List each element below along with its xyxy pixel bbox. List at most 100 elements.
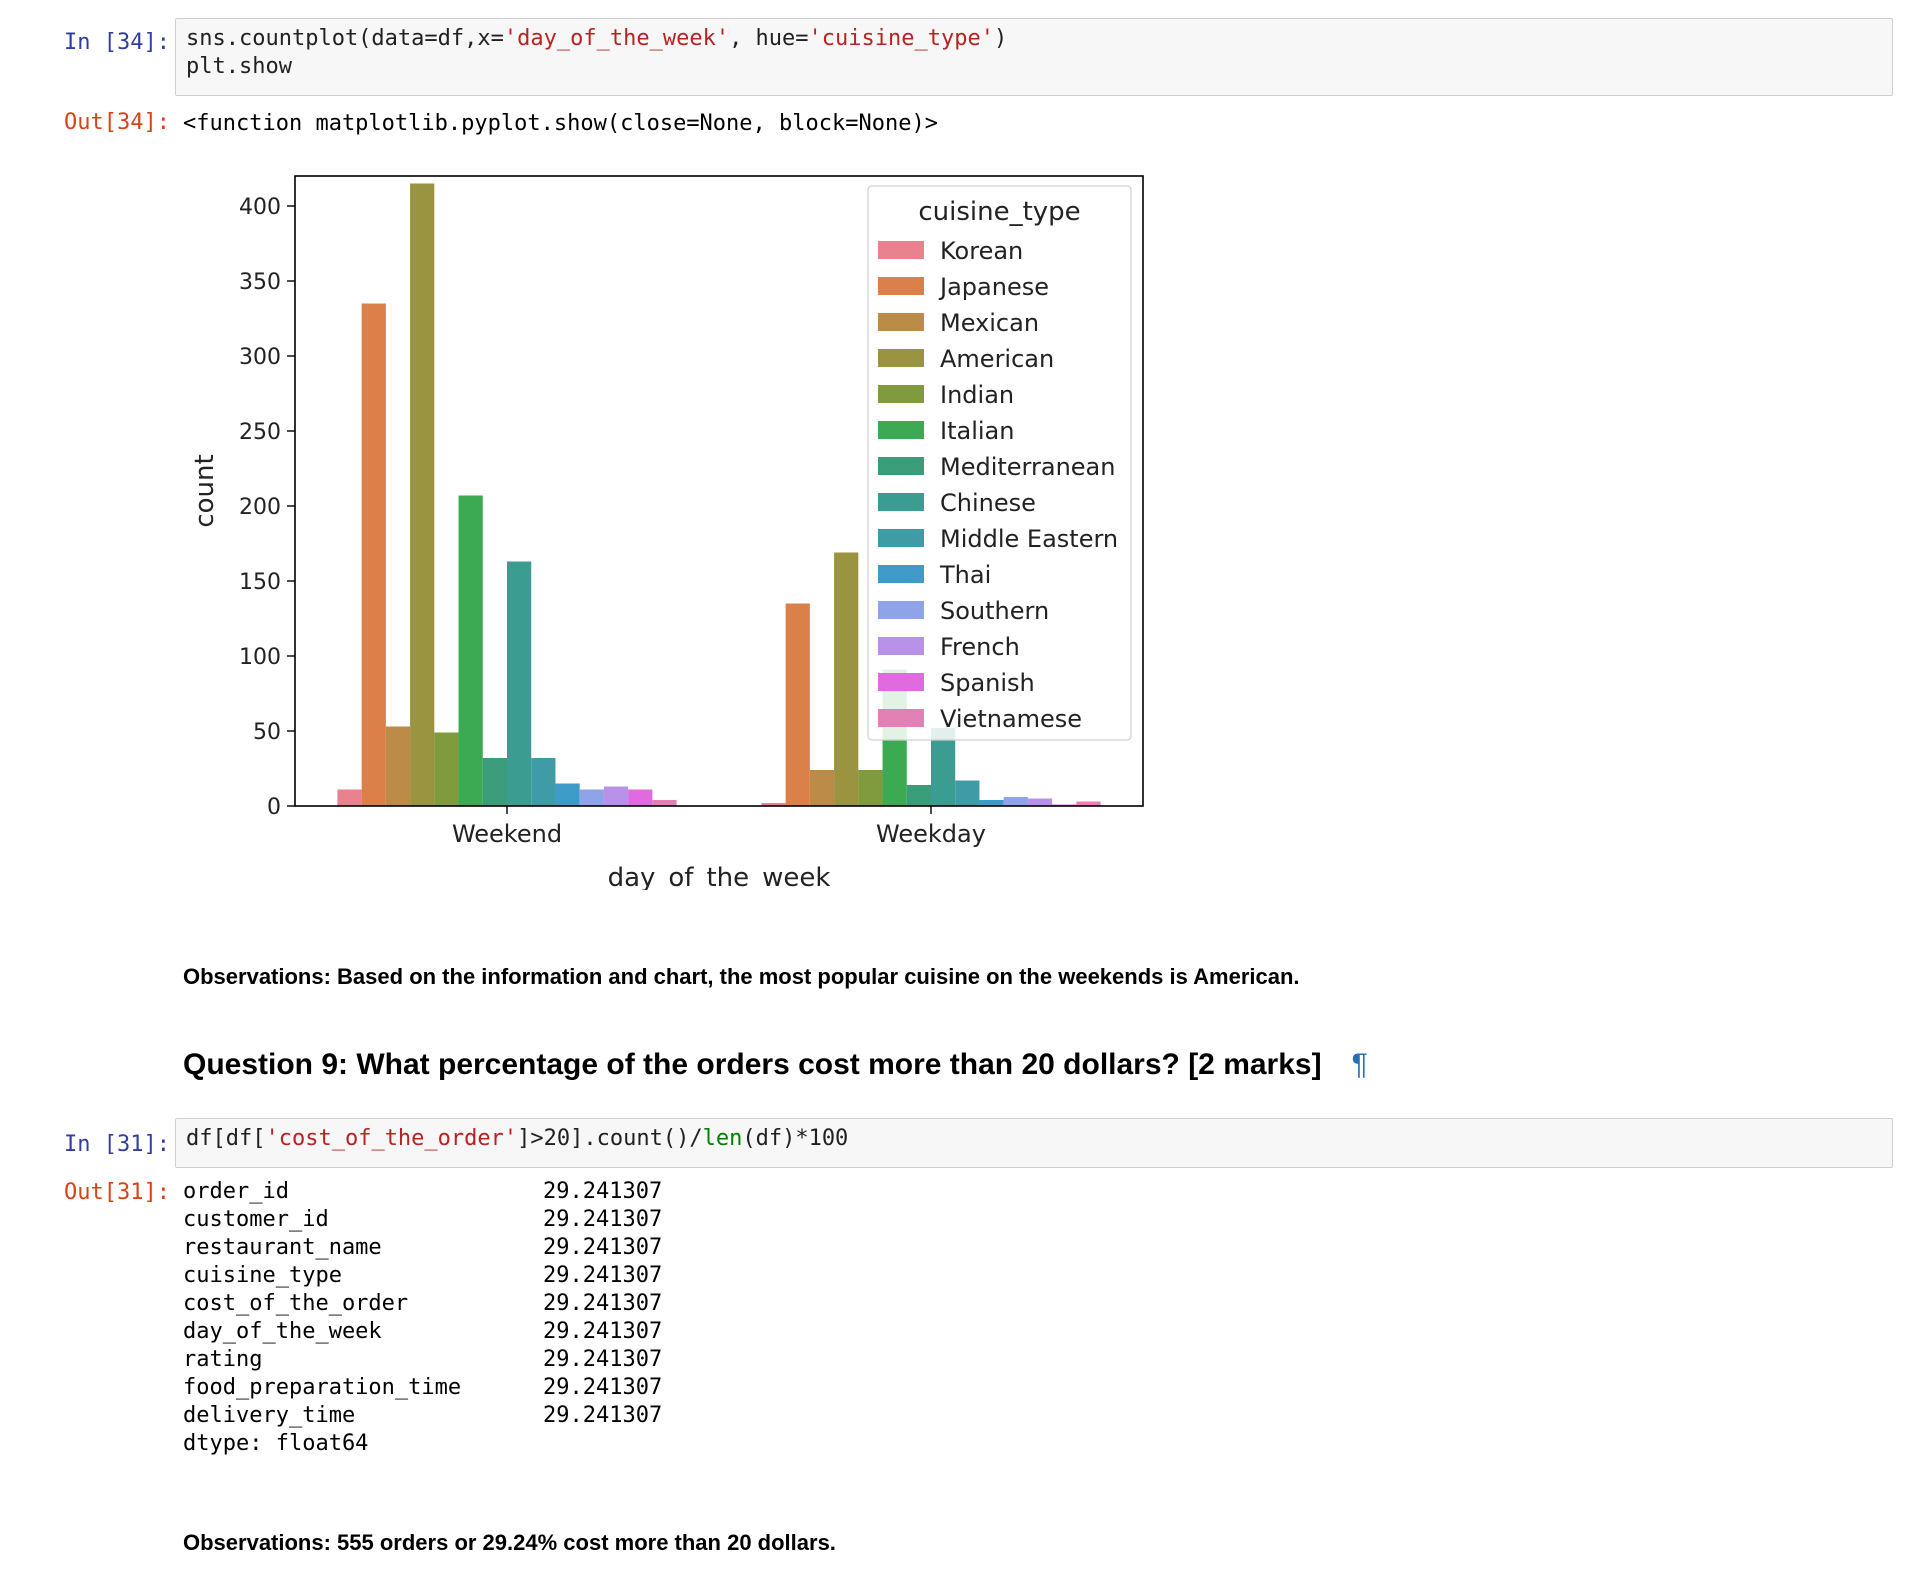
legend-label: American — [940, 345, 1054, 373]
series-key: food_preparation_time — [183, 1375, 462, 1400]
bar-southern-weekday — [1003, 797, 1028, 806]
code-token: (df)*100 — [742, 1126, 849, 1151]
bar-middle-eastern-weekday — [955, 780, 980, 806]
series-value: 29.241307 — [543, 1291, 663, 1316]
legend-label: Southern — [940, 597, 1049, 625]
series-key: restaurant_name — [183, 1235, 382, 1260]
countplot-chart: 050100150200250300350400 Weekend Weekday … — [190, 175, 1144, 890]
code-token: , hue= — [729, 26, 809, 51]
code-string: 'day_of_the_week' — [503, 26, 730, 51]
series-key: cuisine_type — [183, 1263, 342, 1288]
cell-31-out-prompt: Out[31]: — [64, 1180, 170, 1205]
bar-american-weekday — [834, 552, 859, 806]
series-value: 29.241307 — [543, 1319, 663, 1344]
bar-middle-eastern-weekend — [531, 758, 556, 806]
cell-34-output-text: <function matplotlib.pyplot.show(close=N… — [183, 111, 938, 136]
series-row: rating 29.241307 — [183, 1346, 683, 1374]
legend-swatch — [878, 313, 924, 331]
series-key: delivery_time — [183, 1403, 356, 1428]
bar-thai-weekday — [979, 800, 1004, 806]
series-row: day_of_the_week 29.241307 — [183, 1318, 683, 1346]
code-token: sns.countplot(data=df,x= — [186, 26, 504, 51]
series-row: restaurant_name 29.241307 — [183, 1234, 683, 1262]
bar-mediterranean-weekday — [906, 785, 931, 806]
series-value: 29.241307 — [543, 1403, 663, 1428]
series-row: food_preparation_time 29.241307 — [183, 1374, 683, 1402]
x-tick-label: Weekday — [876, 820, 986, 848]
legend: cuisine_type Korean Japanese Mexican Americ… — [867, 185, 1132, 741]
y-tick-label: 100 — [239, 645, 281, 670]
bar-french-weekend — [603, 786, 629, 806]
y-tick-label: 350 — [239, 270, 281, 295]
bar-french-weekday — [1027, 798, 1053, 806]
legend-swatch — [878, 673, 924, 691]
legend-label: Thai — [939, 561, 991, 589]
legend-label: Vietnamese — [940, 705, 1082, 733]
legend-swatch — [878, 421, 924, 439]
series-value: 29.241307 — [543, 1263, 663, 1288]
legend-swatch — [878, 529, 924, 547]
legend-label: Middle Eastern — [940, 525, 1118, 553]
y-tick-label: 400 — [239, 195, 281, 220]
series-row: customer_id 29.241307 — [183, 1206, 683, 1234]
x-axis: Weekend Weekday — [452, 806, 986, 848]
series-row: cost_of_the_order 29.241307 — [183, 1290, 683, 1318]
legend-label: Korean — [940, 237, 1023, 265]
bar-japanese-weekend — [361, 303, 386, 806]
code-string: 'cost_of_the_order' — [265, 1126, 518, 1151]
observation-text: Observations: 555 orders or 29.24% cost … — [183, 1530, 836, 1555]
legend-label: Japanese — [938, 273, 1049, 301]
y-tick-label: 0 — [267, 795, 281, 820]
legend-title: cuisine_type — [918, 197, 1080, 227]
y-axis: 0 50 100 150 200 250 300 350 400 — [239, 195, 295, 820]
y-tick-label: 150 — [239, 570, 281, 595]
legend-swatch — [878, 385, 924, 403]
cell-34-code-editor[interactable]: sns.countplot(data=df,x='day_of_the_week… — [175, 18, 1893, 96]
cell-34-in-prompt: In [34]: — [64, 30, 170, 55]
legend-label: Italian — [940, 417, 1014, 445]
bar-mediterranean-weekend — [482, 758, 507, 806]
series-value: 29.241307 — [543, 1207, 663, 1232]
series-row: delivery_time 29.241307 — [183, 1402, 683, 1430]
code-string: 'cuisine_type' — [808, 26, 994, 51]
bar-indian-weekday — [858, 770, 883, 806]
series-dtype: dtype: float64 — [183, 1431, 369, 1456]
legend-swatch — [878, 457, 924, 475]
series-row: order_id 29.241307 — [183, 1178, 683, 1206]
code-token: ]>20].count()/ — [517, 1126, 703, 1151]
legend-label: Mexican — [940, 309, 1039, 337]
x-tick-label: Weekend — [452, 820, 562, 848]
bar-indian-weekend — [434, 732, 459, 806]
x-axis-label: day_of_the_week — [608, 863, 831, 890]
bar-american-weekend — [410, 183, 435, 806]
series-value: 29.241307 — [543, 1347, 663, 1372]
y-tick-label: 200 — [239, 495, 281, 520]
series-key: rating — [183, 1347, 263, 1372]
anchor-link-icon[interactable]: ¶ — [1352, 1048, 1368, 1081]
y-tick-label: 250 — [239, 420, 281, 445]
bar-southern-weekend — [579, 789, 604, 806]
legend-label: Mediterranean — [940, 453, 1115, 481]
question-heading-text: Question 9: What percentage of the order… — [183, 1048, 1322, 1081]
bar-italian-weekend — [458, 495, 483, 806]
legend-label: Chinese — [940, 489, 1036, 517]
y-axis-label: count — [190, 454, 220, 527]
question-heading: Question 9: What percentage of the order… — [183, 1048, 1368, 1082]
code-token: df[df[ — [186, 1126, 266, 1151]
bar-spanish-weekend — [628, 789, 653, 806]
series-value: 29.241307 — [543, 1375, 663, 1400]
series-output: order_id 29.241307 customer_id 29.241307 res… — [183, 1178, 683, 1458]
series-key: order_id — [183, 1179, 289, 1204]
bar-chinese-weekend — [507, 561, 532, 806]
code-token: plt.show — [186, 54, 292, 79]
legend-swatch — [878, 493, 924, 511]
code-builtin: len — [702, 1126, 743, 1151]
cell-31-in-prompt: In [31]: — [64, 1132, 170, 1157]
bar-mexican-weekday — [809, 770, 835, 806]
cell-31-code-editor[interactable]: df[df['cost_of_the_order']>20].count()/l… — [175, 1118, 1893, 1168]
series-key: cost_of_the_order — [183, 1291, 409, 1316]
legend-swatch — [878, 709, 924, 727]
legend-label: Indian — [940, 381, 1014, 409]
legend-swatch — [878, 565, 924, 583]
series-key: day_of_the_week — [183, 1319, 382, 1344]
